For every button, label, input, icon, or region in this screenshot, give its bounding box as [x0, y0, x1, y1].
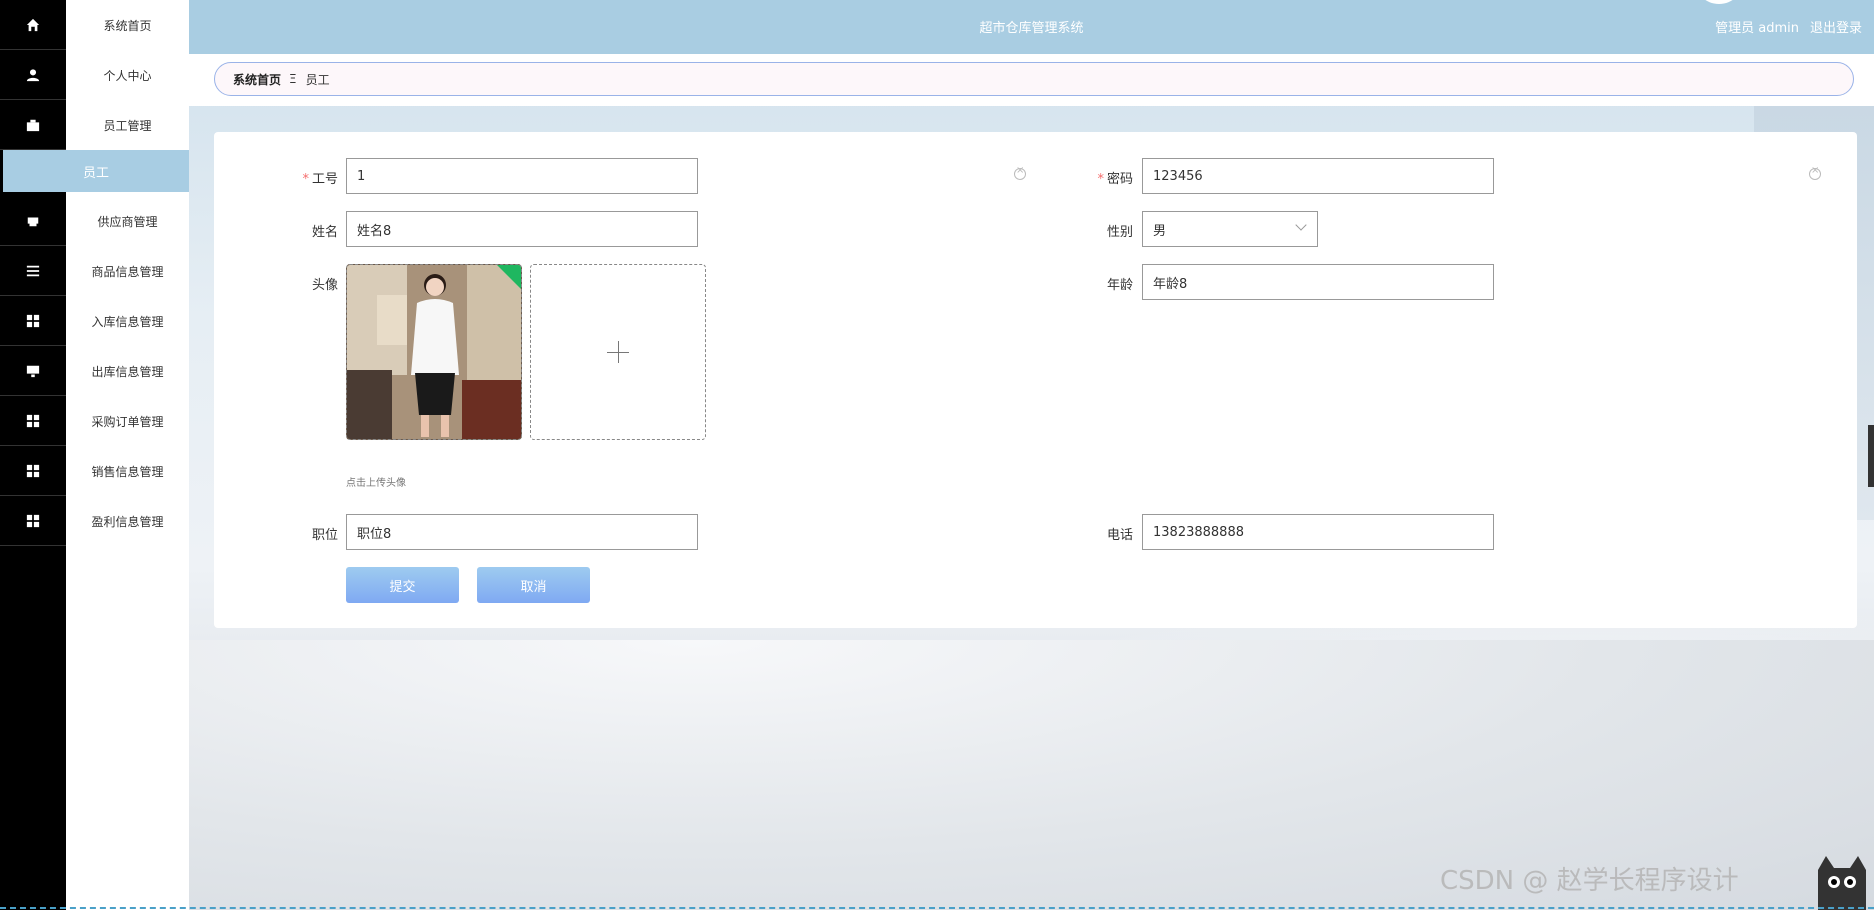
current-user: 管理员 admin	[1715, 21, 1799, 36]
cat-mascot-icon	[1818, 856, 1866, 910]
sidebar-item-purchase[interactable]: 采购订单管理	[66, 396, 189, 446]
breadcrumb: 系统首页 Ξ 员工	[214, 62, 1854, 96]
sidebar-item-outbound[interactable]: 出库信息管理	[66, 346, 189, 396]
chevron-down-icon	[1295, 219, 1307, 231]
sidebar-item-product[interactable]: 商品信息管理	[66, 246, 189, 296]
submit-button[interactable]: 提交	[346, 567, 459, 603]
grid-icon[interactable]	[0, 496, 66, 546]
header-decoration	[1694, 0, 1744, 4]
list-icon[interactable]	[0, 246, 66, 296]
gender-select[interactable]: 男	[1142, 211, 1318, 247]
logout-link[interactable]: 退出登录	[1810, 17, 1862, 36]
breadcrumb-bar: 系统首页 Ξ 员工	[189, 54, 1874, 106]
avatar-photo	[347, 265, 521, 439]
grid-icon[interactable]	[0, 446, 66, 496]
employee-form: *工号 1 *密码 123456 姓名 姓名8 性别 男 头像	[214, 132, 1857, 628]
avatar-label: 头像	[311, 278, 338, 293]
avatar-hint: 点击上传头像	[346, 478, 406, 489]
age-label: 年龄	[1106, 278, 1133, 293]
sidebar-item-home[interactable]: 系统首页	[66, 0, 189, 50]
sidebar-item-sales[interactable]: 销售信息管理	[66, 446, 189, 496]
password-label: * 密码	[1097, 172, 1133, 187]
sidebar-item-profit[interactable]: 盈利信息管理	[66, 496, 189, 546]
password-input[interactable]: 123456	[1142, 158, 1494, 194]
top-header: 超市仓库管理系统 管理员 admin 退出登录	[189, 0, 1874, 54]
print-icon[interactable]	[0, 196, 66, 246]
sidebar-menu: 系统首页 个人中心 员工管理 供应商管理 商品信息管理 入库信息管理 出库信息管…	[66, 0, 189, 910]
sidebar-item-supplier[interactable]: 供应商管理	[66, 196, 189, 246]
monitor-icon[interactable]	[0, 346, 66, 396]
phone-input[interactable]: 13823888888	[1142, 514, 1494, 550]
employee-id-input[interactable]: 1	[346, 158, 698, 194]
breadcrumb-home[interactable]: 系统首页	[233, 71, 281, 88]
sidebar-item-profile[interactable]: 个人中心	[66, 50, 189, 100]
home-icon[interactable]	[0, 0, 66, 50]
briefcase-icon[interactable]	[0, 100, 66, 150]
plus-icon-vertical	[618, 341, 619, 363]
clear-icon[interactable]	[1014, 165, 1026, 180]
cancel-button[interactable]: 取消	[477, 567, 590, 603]
grid-icon[interactable]	[0, 296, 66, 346]
scrollbar-handle[interactable]	[1868, 425, 1874, 487]
app-title: 超市仓库管理系统	[979, 21, 1084, 36]
avatar-upload-button[interactable]	[530, 264, 706, 440]
sidebar-subitem-employee[interactable]: 员工	[3, 150, 189, 192]
position-input[interactable]: 职位8	[346, 514, 698, 550]
user-icon[interactable]	[0, 50, 66, 100]
sidebar-item-inbound[interactable]: 入库信息管理	[66, 296, 189, 346]
watermark: CSDN @ 赵学长程序设计	[1440, 866, 1739, 896]
grid-icon[interactable]	[0, 396, 66, 446]
gender-label: 性别	[1106, 225, 1133, 240]
sidebar-icon-strip	[0, 0, 66, 910]
avatar-preview[interactable]	[346, 264, 522, 440]
gender-select-value: 男	[1153, 223, 1167, 239]
position-label: 职位	[311, 528, 338, 543]
breadcrumb-current: 员工	[305, 72, 330, 87]
sidebar-item-employee-management[interactable]: 员工管理	[66, 100, 189, 150]
employee-id-label: * 工号	[302, 172, 338, 187]
age-input[interactable]: 年龄8	[1142, 264, 1494, 300]
clear-icon[interactable]	[1809, 165, 1821, 180]
breadcrumb-separator-icon: Ξ	[289, 72, 297, 86]
name-input[interactable]: 姓名8	[346, 211, 698, 247]
phone-label: 电话	[1106, 528, 1133, 543]
name-label: 姓名	[311, 225, 338, 240]
